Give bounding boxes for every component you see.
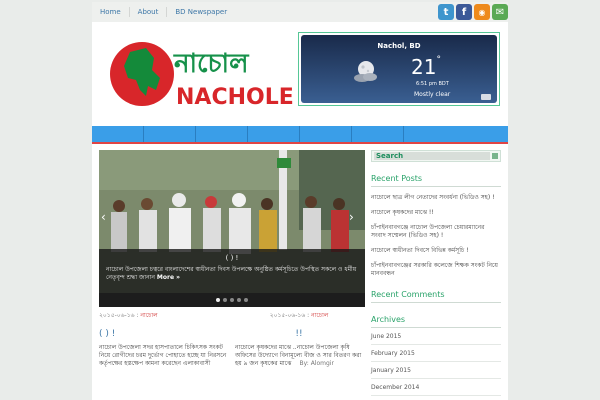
- archive-link[interactable]: February 2015: [371, 350, 501, 362]
- main-menu-bar: [92, 126, 508, 144]
- menu-item[interactable]: [92, 126, 144, 142]
- search-box: Search: [371, 150, 501, 162]
- post-card: ২০১৫-০৬-১৬ : নাচোল !! নাচোলে কৃষকদের মাঝ…: [235, 308, 363, 368]
- search-button[interactable]: [492, 153, 498, 159]
- nav-bd-newspaper-link[interactable]: BD Newspaper: [167, 7, 235, 17]
- recent-posts-heading: Recent Posts: [371, 174, 501, 187]
- slider-more-link[interactable]: More »: [157, 274, 180, 281]
- slider-dot[interactable]: [237, 298, 241, 302]
- post-meta: ২০১৫-০৬-১৬ : নাচোল: [99, 312, 158, 319]
- archive-link[interactable]: June 2015: [371, 333, 501, 345]
- top-navigation: Home About BD Newspaper: [92, 2, 235, 22]
- twitter-icon[interactable]: t: [438, 4, 454, 20]
- slider-dot[interactable]: [223, 298, 227, 302]
- archive-link[interactable]: December 2014: [371, 384, 501, 396]
- post-excerpt: নাচোলে কৃষকদের মাঝে ..নাচোল উপজেলা কৃষি …: [235, 344, 362, 367]
- weather-provider-badge[interactable]: [481, 94, 491, 100]
- logo-bangla-text: নাচোল: [173, 49, 250, 79]
- slider-dot[interactable]: [230, 298, 234, 302]
- weather-temperature: 21°: [411, 55, 441, 79]
- slider-pagination: [99, 293, 365, 307]
- page-wrapper: নাচোল NACHOLE Nachol, BD 21° 6:51 pm BDT…: [92, 22, 508, 400]
- slider-dot[interactable]: [244, 298, 248, 302]
- post-category-link[interactable]: নাচোল: [140, 312, 157, 319]
- weather-time: 6:51 pm BDT: [416, 81, 449, 87]
- site-logo[interactable]: নাচোল NACHOLE: [102, 30, 302, 112]
- moon-cloud-icon: [354, 61, 377, 82]
- slider-prev-button[interactable]: ‹: [101, 210, 111, 224]
- recent-post-link[interactable]: চাঁপাইনবাবগঞ্জে নাচোল উপজেলা চেয়ারম্যান…: [371, 224, 501, 240]
- top-bar: Home About BD Newspaper t f ◉ ✉: [92, 2, 508, 22]
- weather-widget: Nachol, BD 21° 6:51 pm BDT Mostly clear: [298, 32, 500, 106]
- recent-posts-list: নাচোলে ছাত্র লীগ নেতাদের সংবর্ধনা (ভিডিও…: [371, 194, 501, 278]
- menu-item[interactable]: [144, 126, 196, 142]
- nav-home-link[interactable]: Home: [92, 7, 130, 17]
- social-icons: t f ◉ ✉: [438, 4, 508, 20]
- archive-link[interactable]: January 2015: [371, 367, 501, 379]
- post-meta: ২০১৫-০৬-১৬ : নাচোল: [269, 312, 329, 319]
- recent-post-link[interactable]: নাচোলে কৃষকদের মাঝে !!: [371, 209, 501, 217]
- menu-item[interactable]: [196, 126, 248, 142]
- post-excerpt: নাচোল উপজেলা সদর হাসপাতালে চিকিৎসক সংকট …: [99, 344, 227, 367]
- post-card: ২০১৫-০৬-১৬ : নাচোল ( ) ! নাচোল উপজেলা সদ…: [99, 308, 227, 368]
- menu-item[interactable]: [248, 126, 300, 142]
- menu-item[interactable]: [300, 126, 352, 142]
- archives-heading: Archives: [371, 315, 501, 328]
- slider-caption: ( ) ! নাচোল উপজেলা চত্বরে বাংলাদেশের স্ব…: [99, 249, 365, 293]
- menu-item[interactable]: [352, 126, 404, 142]
- slider-title[interactable]: ( ) !: [106, 254, 358, 262]
- post-title[interactable]: ( ) !: [99, 329, 227, 339]
- archives-list: June 2015 February 2015 January 2015 Dec…: [371, 333, 501, 396]
- recent-post-link[interactable]: চাঁপাইনবাবগঞ্জের সরকারি কলেজে শিক্ষক সংক…: [371, 262, 501, 278]
- recent-comments-heading: Recent Comments: [371, 290, 501, 303]
- rss-icon[interactable]: ◉: [474, 4, 490, 20]
- facebook-icon[interactable]: f: [456, 4, 472, 20]
- logo-latin-text: NACHOLE: [176, 85, 294, 110]
- email-icon[interactable]: ✉: [492, 4, 508, 20]
- slider-excerpt: নাচোল উপজেলা চত্বরে বাংলাদেশের স্বাধীনতা…: [106, 266, 357, 281]
- weather-location: Nachol, BD: [377, 42, 421, 50]
- slider-next-button[interactable]: ›: [349, 210, 359, 224]
- post-title[interactable]: !!: [235, 329, 363, 339]
- nav-about-link[interactable]: About: [130, 7, 168, 17]
- recent-post-link[interactable]: নাচোলে স্বাধীনতা দিবসে বিভিন্ন কর্মসূচি …: [371, 247, 501, 255]
- search-input[interactable]: Search: [374, 152, 491, 160]
- slider-dot[interactable]: [216, 298, 220, 302]
- sidebar: Search Recent Posts নাচোলে ছাত্র লীগ নেত…: [371, 150, 501, 396]
- weather-condition: Mostly clear: [414, 91, 451, 98]
- featured-slider[interactable]: ‹ › ( ) ! নাচোল উপজেলা চত্বরে বাংলাদেশের…: [99, 150, 365, 293]
- post-byline: By: Alomgir: [299, 360, 334, 367]
- recent-post-link[interactable]: নাচোলে ছাত্র লীগ নেতাদের সংবর্ধনা (ভিডিও…: [371, 194, 501, 202]
- post-category-link[interactable]: নাচোল: [311, 312, 328, 319]
